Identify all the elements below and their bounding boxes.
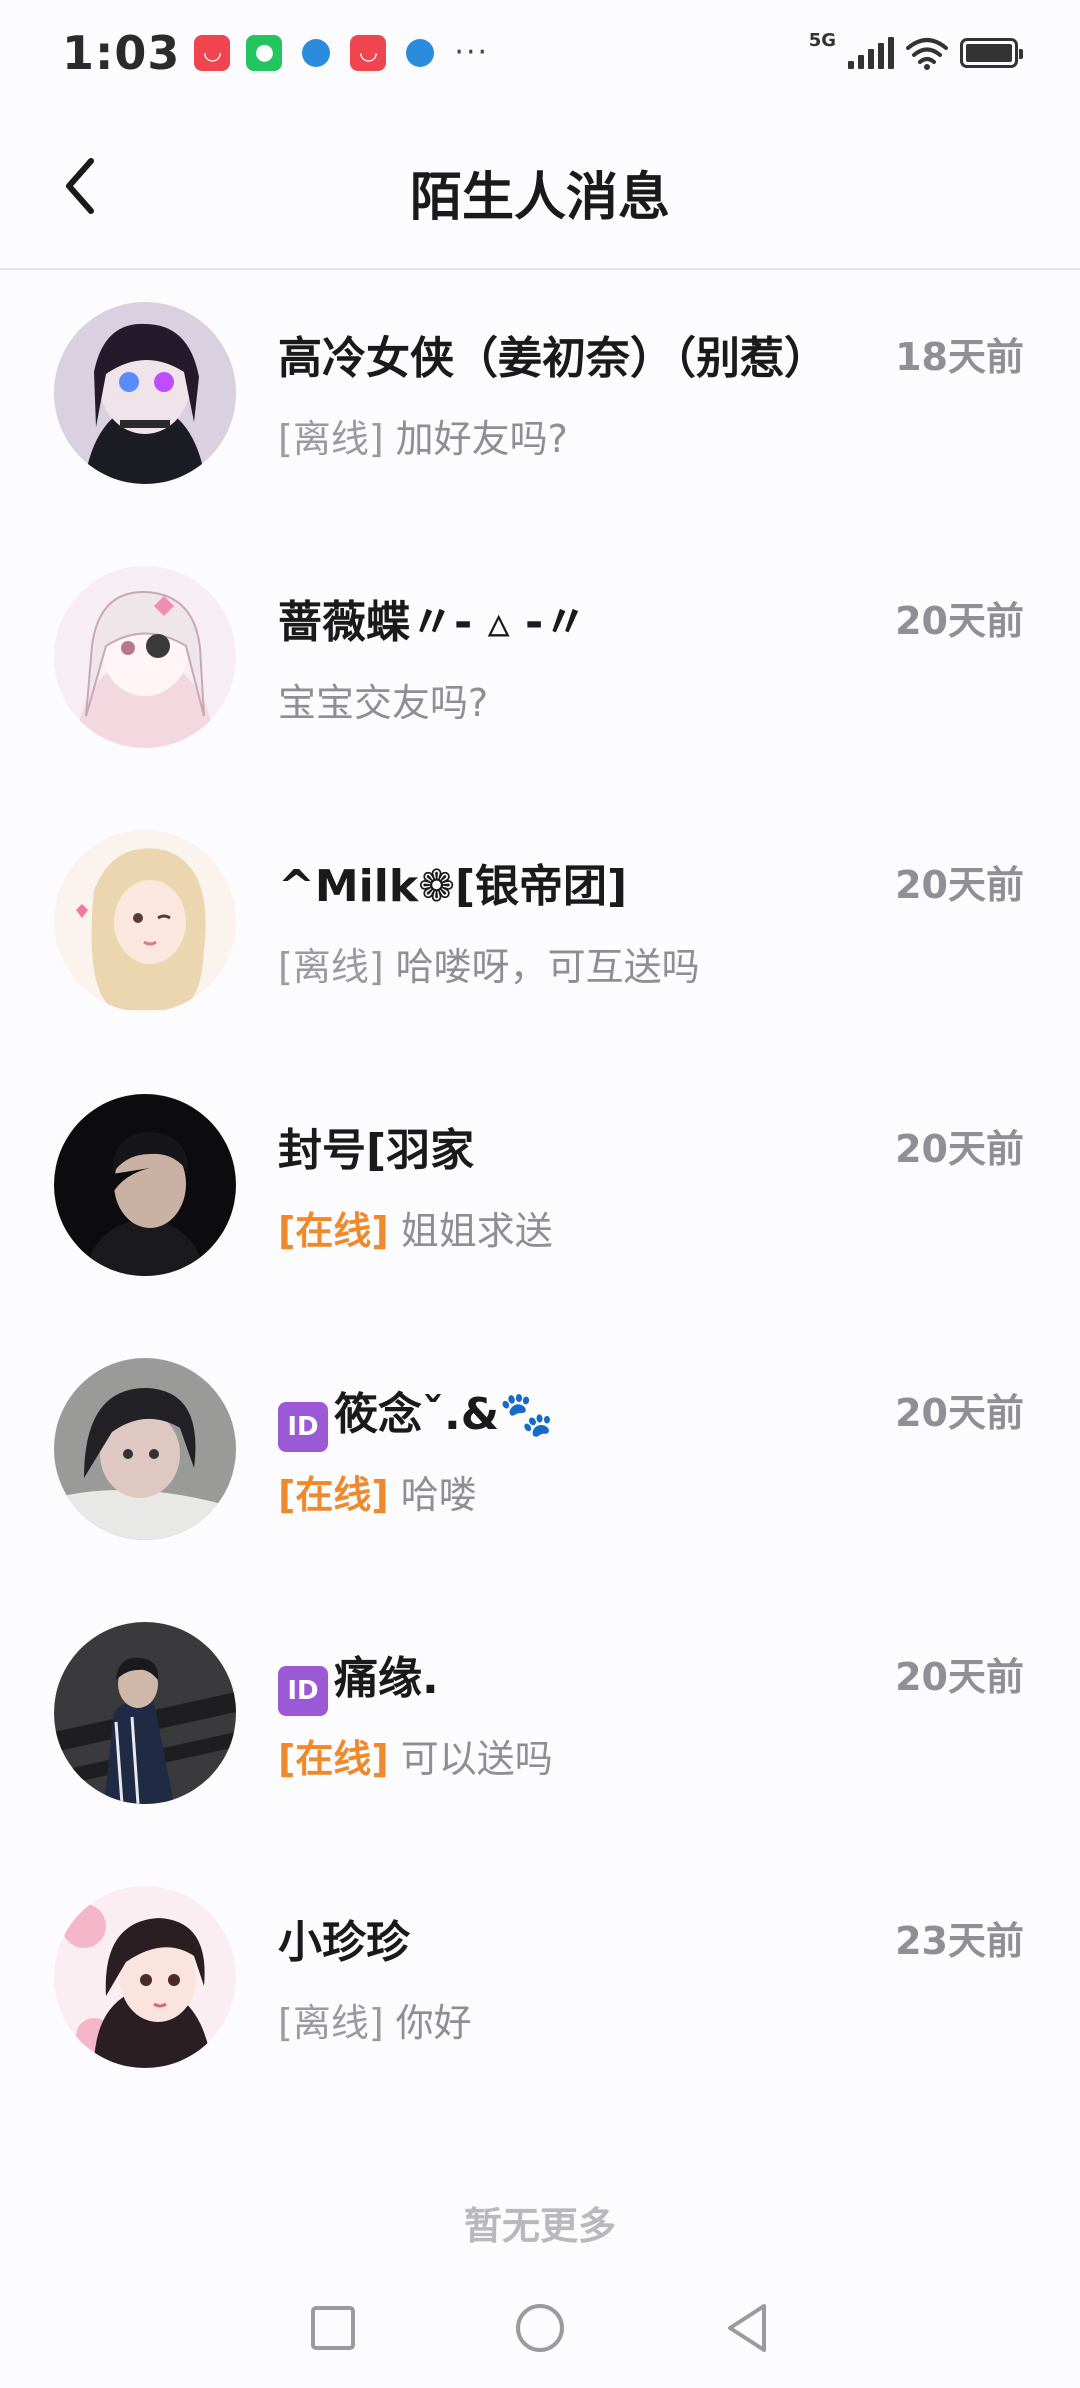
contact-name: 蔷薇蝶〃- ▵ -〃 [278,597,588,648]
more-notifications-icon: ··· [454,35,490,70]
wechat-icon: ● [246,34,283,71]
online-status: [在线] [278,1737,389,1781]
contact-name-text: 筱念ˇ.&🐾 [334,1389,554,1440]
message-text: 可以送吗 [400,1737,553,1781]
message-preview: 宝宝交友吗? [278,672,488,727]
conversation-row[interactable]: 高冷女侠（姜初奈）（别惹） 18天前 [离线] 加好友吗? [0,270,1080,534]
id-badge-icon: ID [278,1666,328,1716]
conversation-row[interactable]: ID 痛缘. 20天前 [在线] 可以送吗 [0,1590,1080,1854]
contact-name-text: 痛缘. [334,1653,439,1704]
browser-icon [402,35,438,71]
conversation-list: 高冷女侠（姜初奈）（别惹） 18天前 [离线] 加好友吗? 蔷薇蝶〃- ▵ -〃 … [0,270,1080,2118]
message-preview: [在线] 姐姐求送 [278,1200,553,1255]
contact-name: ID 筱念ˇ.&🐾 [278,1378,878,1452]
message-time: 20天前 [895,599,1024,643]
recents-button[interactable] [303,2298,363,2358]
circle-icon [515,2304,564,2352]
message-time: 23天前 [895,1919,1024,1963]
no-more-label: 暂无更多 [463,2204,616,2248]
conversation-row[interactable]: 蔷薇蝶〃- ▵ -〃 20天前 宝宝交友吗? [0,534,1080,798]
network-type: 5G [808,30,836,51]
battery-icon [960,37,1023,68]
notification-icons: ◡ ● ◡ ··· [194,34,490,71]
message-text: 宝宝交友吗? [278,681,489,725]
message-preview: [离线] 你好 [278,1992,472,2047]
contact-name: 小珍珍 [278,1917,410,1968]
message-preview: [离线] 加好友吗? [278,408,568,463]
message-time: 20天前 [895,1391,1024,1435]
message-text: 哈喽呀，可互送吗 [395,945,700,989]
message-time: 20天前 [895,863,1024,907]
message-time: 18天前 [895,335,1024,379]
signal-icon [848,36,894,69]
avatar[interactable] [54,1622,236,1804]
contact-name: ID 痛缘. [278,1642,878,1716]
wifi-icon [906,37,948,70]
message-text: 姐姐求送 [400,1209,553,1253]
status-time: 1:03 [62,25,181,80]
message-text: 哈喽 [400,1473,477,1517]
contact-name: ^Milk❁[银帝团] [278,861,628,912]
avatar[interactable] [54,566,236,748]
square-icon [311,2306,356,2350]
online-status: [在线] [278,1473,389,1517]
message-text: 加好友吗? [395,417,568,461]
avatar[interactable] [54,1094,236,1276]
id-badge-icon: ID [278,1402,328,1452]
shopping-app-icon: ◡ [194,34,231,71]
message-preview: [离线] 哈喽呀，可互送吗 [278,936,700,991]
header: 陌生人消息 [0,105,1080,270]
offline-status: [离线] [278,417,384,461]
message-time: 20天前 [895,1127,1024,1171]
shopping-app-icon: ◡ [350,34,387,71]
back-nav-button[interactable] [717,2298,777,2358]
message-preview: [在线] 哈喽 [278,1464,477,1519]
triangle-back-icon [727,2304,766,2352]
home-button[interactable] [510,2298,570,2358]
avatar[interactable] [54,830,236,1012]
page-title: 陌生人消息 [409,168,670,228]
conversation-row[interactable]: ^Milk❁[银帝团] 20天前 [离线] 哈喽呀，可互送吗 [0,798,1080,1062]
message-text: 你好 [395,2001,472,2045]
contact-name: 高冷女侠（姜初奈）（别惹） [278,333,828,384]
status-bar: 1:03 ◡ ● ◡ ··· 5G [0,0,1080,105]
message-time: 20天前 [895,1655,1024,1699]
avatar[interactable] [54,1358,236,1540]
browser-icon [298,35,334,71]
avatar[interactable] [54,302,236,484]
conversation-row[interactable]: ID 筱念ˇ.&🐾 20天前 [在线] 哈喽 [0,1326,1080,1590]
avatar[interactable] [54,1886,236,2068]
offline-status: [离线] [278,945,384,989]
contact-name: 封号[羽家 [278,1125,475,1176]
message-preview: [在线] 可以送吗 [278,1728,553,1783]
conversation-row[interactable]: 小珍珍 23天前 [离线] 你好 [0,1854,1080,2118]
online-status: [在线] [278,1209,389,1253]
conversation-row[interactable]: 封号[羽家 20天前 [在线] 姐姐求送 [0,1062,1080,1326]
offline-status: [离线] [278,2001,384,2045]
system-nav-bar [0,2268,1080,2388]
